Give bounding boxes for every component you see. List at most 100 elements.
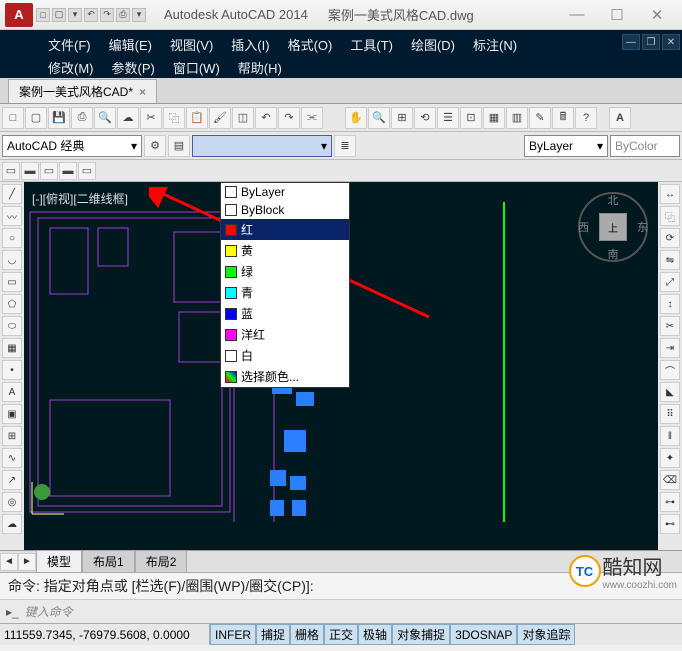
region-icon[interactable]: ▣ [2,404,22,424]
tb-undo-icon[interactable]: ↶ [255,107,277,129]
file-tab-active[interactable]: 案例一美式风格CAD* × [8,79,157,103]
tb-pan-icon[interactable]: ✋ [345,107,367,129]
qat-print-icon[interactable]: ⎙ [116,8,130,22]
tb-copy-icon[interactable]: ⿻ [163,107,185,129]
tb-zoomwin-icon[interactable]: ⊞ [391,107,413,129]
menu-help[interactable]: 帮助(H) [230,56,290,79]
status-3dosnap[interactable]: 3DOSNAP [450,624,517,645]
lb2-icon[interactable]: ▬ [21,162,39,180]
status-otrack[interactable]: 对象追踪 [517,624,575,645]
file-tab-close-icon[interactable]: × [139,85,146,99]
lb5-icon[interactable]: ▭ [78,162,96,180]
tabs-scroll-left-icon[interactable]: ◄ [0,553,18,571]
tb-toolpal-icon[interactable]: ▦ [483,107,505,129]
color-item-blue[interactable]: 蓝 [221,303,349,324]
extend-icon[interactable]: ⇥ [660,338,680,358]
tb-open-icon[interactable]: ▢ [25,107,47,129]
trim-icon[interactable]: ✂ [660,316,680,336]
hatch-icon[interactable]: ▦ [2,338,22,358]
app-logo[interactable]: A [5,3,33,27]
color-prop-dropdown[interactable]: ByColor [610,135,680,157]
linetype-dropdown[interactable]: ByLayer▾ [524,135,608,157]
pline-icon[interactable]: 〰 [2,206,22,226]
erase-icon[interactable]: ⌫ [660,470,680,490]
menu-dim[interactable]: 标注(N) [465,33,525,56]
status-polar[interactable]: 极轴 [358,624,392,645]
menu-draw[interactable]: 绘图(D) [403,33,463,56]
status-ortho[interactable]: 正交 [324,624,358,645]
menu-file[interactable]: 文件(F) [40,33,99,56]
tab-model[interactable]: 模型 [36,550,82,573]
mdi-restore[interactable]: ❐ [642,34,660,50]
color-item-select[interactable]: 选择颜色... [221,366,349,387]
status-grid[interactable]: 栅格 [290,624,324,645]
status-infer[interactable]: INFER [210,624,256,645]
ellipse-icon[interactable]: ⬭ [2,316,22,336]
status-osnap[interactable]: 对象捕捉 [392,624,450,645]
donut-icon[interactable]: ◎ [2,492,22,512]
text-icon[interactable]: A [2,382,22,402]
color-item-cyan[interactable]: 青 [221,282,349,303]
color-item-yellow[interactable]: 黄 [221,240,349,261]
drawing-canvas[interactable]: [-][俯视][二维线框] [24,182,658,550]
cube-face[interactable]: 上 [599,213,627,241]
fillet-icon[interactable]: ⌒ [660,360,680,380]
menu-view[interactable]: 视图(V) [162,33,221,56]
tb-publish-icon[interactable]: ☁ [117,107,139,129]
join-icon[interactable]: ⊶ [660,492,680,512]
qat-new-icon[interactable]: □ [36,8,50,22]
tb-preview-icon[interactable]: 🔍 [94,107,116,129]
tb-block-icon[interactable]: ◫ [232,107,254,129]
tb-match-icon[interactable]: 🖌 [209,107,231,129]
copy-icon[interactable]: ⿻ [660,206,680,226]
tabs-scroll-right-icon[interactable]: ► [18,553,36,571]
color-item-red[interactable]: 红 [221,219,349,240]
color-item-bylayer[interactable]: ByLayer [221,183,349,201]
tb-cut-icon[interactable]: ✂ [140,107,162,129]
color-dropdown-field[interactable]: ▾ [192,135,332,157]
spline-icon[interactable]: ∿ [2,448,22,468]
lb4-icon[interactable]: ▬ [59,162,77,180]
rect-icon[interactable]: ▭ [2,272,22,292]
tb-print-icon[interactable]: ⎙ [71,107,93,129]
mdi-close[interactable]: ✕ [662,34,680,50]
tb-save-icon[interactable]: 💾 [48,107,70,129]
color-item-white[interactable]: 白 [221,345,349,366]
revcloud-icon[interactable]: ☁ [2,514,22,534]
tb-zoomprev-icon[interactable]: ⟲ [414,107,436,129]
qat-redo-icon[interactable]: ↷ [100,8,114,22]
color-item-magenta[interactable]: 洋红 [221,324,349,345]
tb-props-icon[interactable]: ☰ [437,107,459,129]
tb-new-icon[interactable]: □ [2,107,24,129]
menu-tools[interactable]: 工具(T) [342,33,401,56]
lb3-icon[interactable]: ▭ [40,162,58,180]
offset-icon[interactable]: ‖ [660,426,680,446]
break-icon[interactable]: ⊷ [660,514,680,534]
tb-textstyle-icon[interactable]: A [609,107,631,129]
point-icon[interactable]: • [2,360,22,380]
minimize-button[interactable]: — [557,3,597,27]
qat-save-icon[interactable]: ▾ [68,8,82,22]
array-icon[interactable]: ⠿ [660,404,680,424]
ws-gear-icon[interactable]: ⚙ [144,135,166,157]
color-item-byblock[interactable]: ByBlock [221,201,349,219]
circle-icon[interactable]: ○ [2,228,22,248]
qat-undo-icon[interactable]: ↶ [84,8,98,22]
status-snap[interactable]: 捕捉 [256,624,290,645]
lb1-icon[interactable]: ▭ [2,162,20,180]
menu-insert[interactable]: 插入(I) [223,33,277,56]
table-icon[interactable]: ⊞ [2,426,22,446]
tb-dcenter-icon[interactable]: ⊡ [460,107,482,129]
maximize-button[interactable]: ☐ [597,3,637,27]
layer-iso-icon[interactable]: ≣ [334,135,356,157]
menu-param[interactable]: 参数(P) [104,56,163,79]
nav-cube[interactable]: 北 南 东 西 上 [578,192,648,262]
command-input-row[interactable]: ▸_ 键入命令 [0,600,682,623]
move-icon[interactable]: ↔ [660,184,680,204]
menu-modify[interactable]: 修改(M) [40,56,102,79]
scale-icon[interactable]: ⤢ [660,272,680,292]
menu-format[interactable]: 格式(O) [280,33,341,56]
qat-open-icon[interactable]: ▢ [52,8,66,22]
tab-layout1[interactable]: 布局1 [82,550,135,573]
line-icon[interactable]: ╱ [2,184,22,204]
